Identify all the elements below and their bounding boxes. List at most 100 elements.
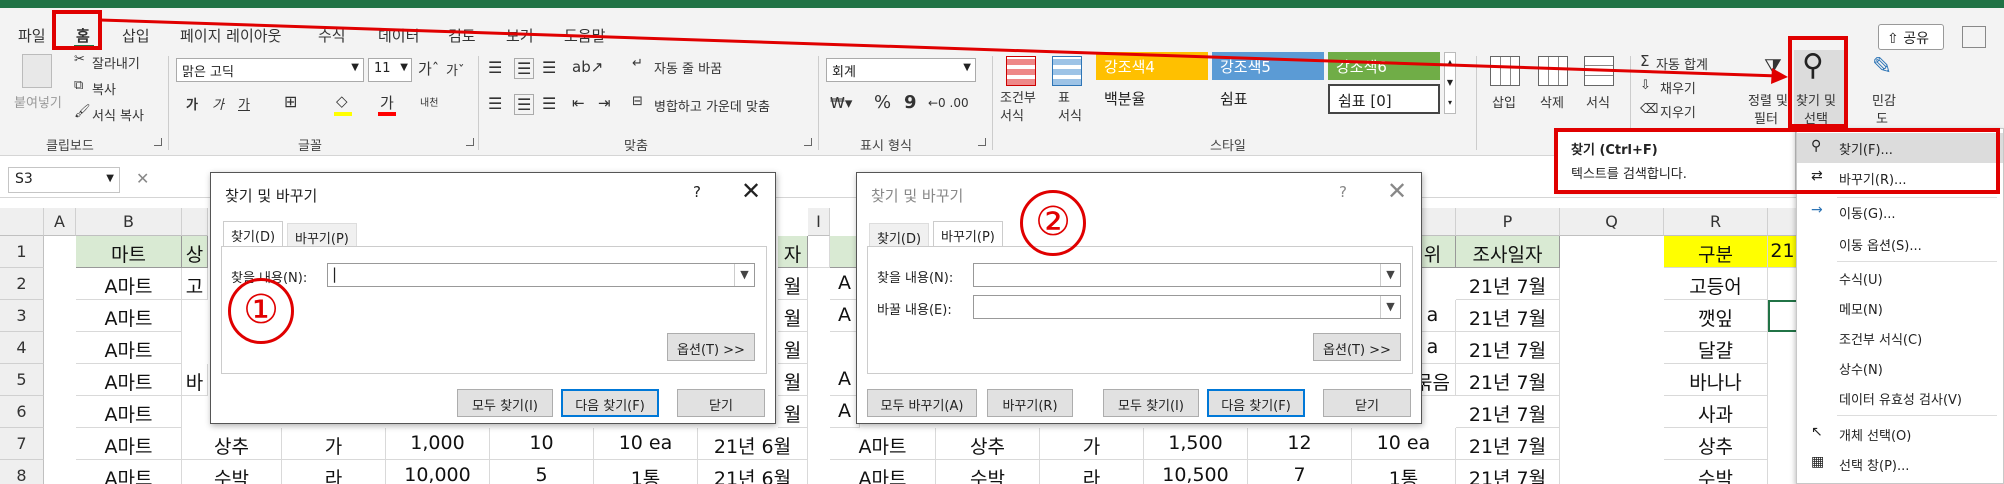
cell-n7[interactable]: 12 (1248, 428, 1352, 460)
options-button[interactable]: 옵션(T) >> (1313, 333, 1401, 361)
close-button[interactable]: 닫기 (677, 389, 765, 417)
merge-center-button[interactable]: 병합하고 가운데 맞춤 (654, 96, 770, 115)
font-launcher[interactable] (466, 138, 474, 146)
find-all-button[interactable]: 모두 찾기(I) (457, 389, 553, 417)
cell-n8[interactable]: 7 (1248, 460, 1352, 484)
copy-button[interactable]: 복사 (92, 79, 116, 98)
help-button[interactable]: ? (1339, 183, 1347, 201)
cell-c7[interactable]: 상추 (182, 428, 282, 460)
sensitivity-label-2[interactable]: 도 (1876, 108, 1888, 127)
cell-r4[interactable]: 달걀 (1664, 332, 1768, 364)
share-button[interactable]: ⇧ 공유 (1878, 24, 1944, 50)
find-what-input[interactable]: ▼ (973, 263, 1401, 287)
row-header-6[interactable]: 6 (0, 396, 44, 428)
options-button[interactable]: 옵션(T) >> (667, 333, 755, 361)
style-accent4[interactable]: 강조색4 (1096, 52, 1208, 80)
cell-l7[interactable]: 가 (1040, 428, 1144, 460)
cell-r1[interactable]: 구분 (1664, 236, 1768, 268)
cell-o8[interactable]: 1통 (1352, 460, 1456, 484)
phonetic-button[interactable]: 내천 (420, 94, 438, 109)
column-header-q[interactable]: Q (1560, 208, 1664, 236)
tab-page-layout[interactable]: 페이지 레이아웃 (180, 25, 281, 46)
alignment-launcher[interactable] (804, 138, 812, 146)
chevron-down-icon[interactable]: ▼ (1380, 296, 1400, 318)
tab-review[interactable]: 검토 (448, 25, 476, 46)
column-header-a[interactable]: A (44, 208, 76, 236)
indent-increase-icon[interactable]: ⇥ (598, 94, 611, 112)
replace-with-input[interactable]: ▼ (973, 295, 1401, 319)
insert-cells-icon[interactable] (1490, 56, 1520, 86)
insert-button[interactable]: 삽입 (1492, 92, 1516, 111)
menu-item-constants[interactable]: 상수(N) (1797, 353, 2003, 383)
wrap-text-button[interactable]: 자동 줄 바꿈 (654, 58, 722, 77)
tab-insert[interactable]: 삽입 (122, 25, 150, 46)
cell-i1[interactable] (808, 236, 830, 268)
row-header-8[interactable]: 8 (0, 460, 44, 484)
cell-r7[interactable]: 상추 (1664, 428, 1768, 460)
cell-r2[interactable]: 고등어 (1664, 268, 1768, 300)
fill-button[interactable]: 채우기 (1660, 78, 1696, 97)
cell-d8[interactable]: 라 (282, 460, 386, 484)
menu-item-goto[interactable]: → 이동(G)... (1797, 197, 2003, 227)
border-icon[interactable]: ⊞ (284, 92, 297, 111)
cell-h1[interactable]: 자 (778, 236, 808, 268)
font-size-select[interactable]: 11 ▼ (368, 58, 412, 82)
menu-item-selection-pane[interactable]: ▦ 선택 창(P)... (1797, 449, 2003, 479)
cell-h3[interactable]: 월 (778, 300, 808, 332)
clear-button[interactable]: 지우기 (1660, 102, 1696, 121)
styles-scroll[interactable]: ▲ ▼ ▾ (1444, 52, 1456, 114)
cell-k8[interactable]: 수박 (936, 460, 1040, 484)
fill-color-icon[interactable]: ◇ (336, 92, 348, 110)
menu-item-select-objects[interactable]: ↖ 개체 선택(O) (1797, 419, 2003, 449)
tab-find[interactable]: 찾기(D) (223, 221, 284, 247)
cell-h8[interactable]: 21년 6월 (698, 460, 808, 484)
replace-all-button[interactable]: 모두 바꾸기(A) (867, 389, 977, 417)
cell-j7[interactable]: A마트 (830, 428, 936, 460)
cell-p5[interactable]: 21년 7월 (1456, 364, 1560, 396)
row-header-5[interactable]: 5 (0, 364, 44, 396)
number-launcher[interactable] (978, 138, 986, 146)
sensitivity-icon[interactable]: ✎ (1872, 52, 1892, 80)
autosum-button[interactable]: 자동 합계 (1656, 54, 1708, 73)
delete-button[interactable]: 삭제 (1540, 92, 1564, 111)
menu-item-notes[interactable]: 메모(N) (1797, 293, 2003, 323)
column-header-i[interactable]: I (808, 208, 830, 236)
tab-find[interactable]: 찾기(D) (869, 223, 930, 247)
row-header-4[interactable]: 4 (0, 332, 44, 364)
cell-e7[interactable]: 1,000 (386, 428, 490, 460)
underline-button[interactable]: 가 (238, 94, 250, 113)
paste-icon[interactable] (22, 54, 52, 88)
sensitivity-label-1[interactable]: 민감 (1872, 90, 1896, 109)
comma-button[interactable]: 9 (904, 92, 917, 113)
cell-h7[interactable]: 21년 6월 (698, 428, 808, 460)
menu-item-formulas[interactable]: 수식(U) (1797, 263, 2003, 293)
cell-h5[interactable]: 월 (778, 364, 808, 396)
format-button[interactable]: 서식 (1586, 92, 1610, 111)
style-accent5[interactable]: 강조색5 (1212, 52, 1324, 80)
paste-label[interactable]: 붙여넣기 (14, 92, 62, 111)
cell-r6[interactable]: 사과 (1664, 396, 1768, 428)
cut-button[interactable]: 잘라내기 (92, 53, 140, 72)
find-next-button[interactable]: 다음 찾기(F) (561, 389, 659, 417)
delete-cells-icon[interactable] (1538, 56, 1568, 86)
cell-p2[interactable]: 21년 7월 (1456, 268, 1560, 300)
chevron-down-icon[interactable]: ▼ (734, 264, 754, 286)
increase-font-icon[interactable]: 가ˆ (418, 58, 439, 79)
italic-button[interactable]: 가 (212, 94, 224, 113)
find-next-button[interactable]: 다음 찾기(F) (1207, 389, 1305, 417)
style-accent6[interactable]: 강조색6 (1328, 52, 1440, 80)
menu-item-goto-special[interactable]: 이동 옵션(S)... (1797, 229, 2003, 259)
cancel-icon[interactable]: ✕ (136, 169, 149, 188)
chevron-down-icon[interactable]: ▼ (1380, 264, 1400, 286)
indent-decrease-icon[interactable]: ⇤ (572, 94, 585, 112)
tab-data[interactable]: 데이터 (378, 25, 419, 46)
style-percent[interactable]: 백분율 (1096, 84, 1208, 114)
font-color-button[interactable]: 가 (380, 92, 394, 113)
cell-m7[interactable]: 1,500 (1144, 428, 1248, 460)
cell-f8[interactable]: 5 (490, 460, 594, 484)
column-header-s[interactable] (1768, 208, 1798, 236)
column-header-c[interactable] (182, 208, 208, 236)
cell-e8[interactable]: 10,000 (386, 460, 490, 484)
format-cells-icon[interactable] (1584, 56, 1614, 86)
decimal-icon[interactable]: ←0 .00 (928, 96, 969, 110)
